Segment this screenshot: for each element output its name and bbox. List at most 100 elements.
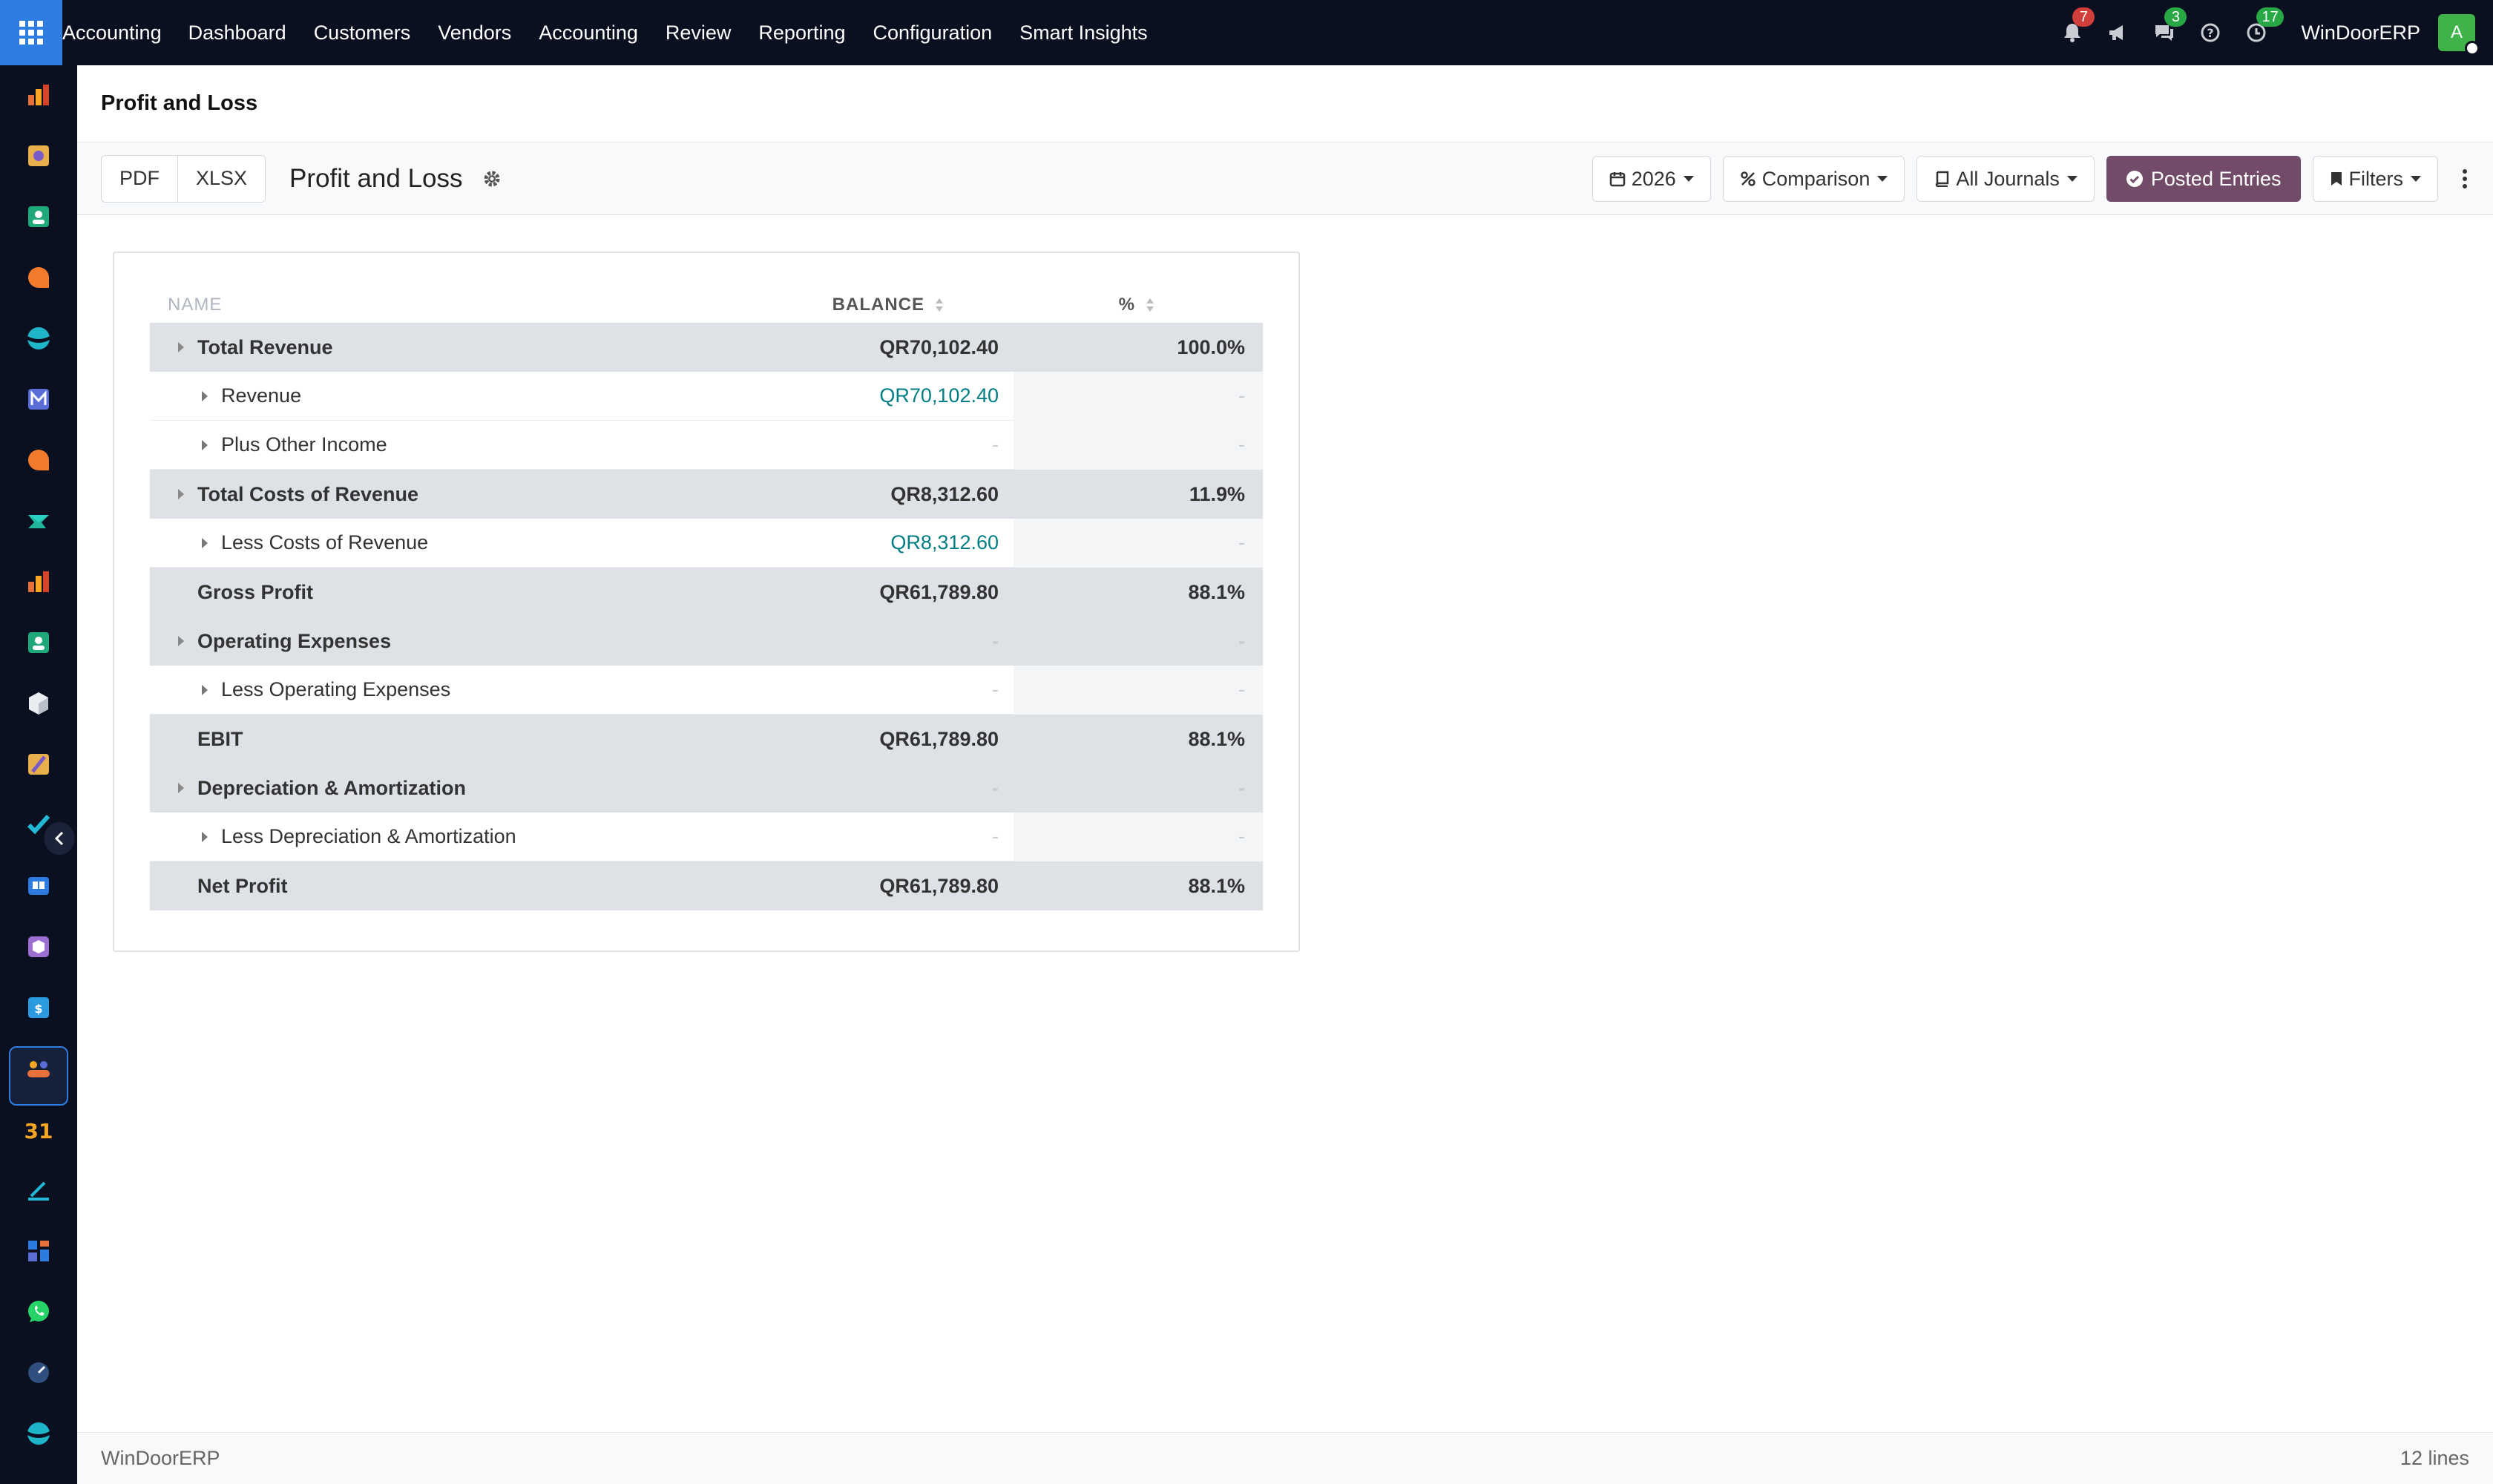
knowledge-app-icon[interactable] <box>25 873 52 899</box>
footer-company: WinDoorERP <box>101 1447 220 1469</box>
table-row[interactable]: Less Costs of Revenue QR8,312.60 - <box>150 519 1263 568</box>
menu-smart-insights[interactable]: Smart Insights <box>1019 22 1148 45</box>
messages-button[interactable]: 3 <box>2149 7 2187 47</box>
sidebar-collapse-button[interactable] <box>45 822 74 855</box>
caret-right-icon[interactable] <box>178 342 184 352</box>
website-app-icon[interactable] <box>25 325 52 352</box>
caret-right-icon[interactable] <box>178 489 184 499</box>
app-launcher-button[interactable] <box>0 0 62 65</box>
caret-right-icon[interactable] <box>178 636 184 646</box>
caret-down-icon <box>1683 176 1694 182</box>
activities-button[interactable]: 17 <box>2241 7 2284 47</box>
report-title: Profit and Loss <box>289 163 463 193</box>
column-header-percent[interactable]: % <box>1119 295 1154 315</box>
date-filter-dropdown[interactable]: 2026 <box>1592 156 1711 202</box>
whatsapp-app-icon[interactable] <box>25 1298 52 1325</box>
inventory-app-icon[interactable] <box>25 690 52 717</box>
column-header-balance-label: BALANCE <box>832 295 924 315</box>
sign-app-icon[interactable] <box>25 1177 52 1204</box>
export-button-group: PDF XLSX <box>101 154 266 203</box>
contacts-app-icon[interactable] <box>25 203 52 230</box>
export-xlsx-button[interactable]: XLSX <box>177 155 266 202</box>
help-button[interactable]: ? <box>2195 18 2225 47</box>
table-row[interactable]: Revenue QR70,102.40 - <box>150 372 1263 421</box>
journals-dropdown[interactable]: All Journals <box>1916 156 2095 202</box>
row-percent: - <box>1238 384 1245 407</box>
table-row[interactable]: Depreciation & Amortization - - <box>150 764 1263 812</box>
top-navbar: Accounting Dashboard Customers Vendors A… <box>0 0 2493 65</box>
export-pdf-button[interactable]: PDF <box>102 155 177 202</box>
calendar-app-icon[interactable]: 31 <box>25 1116 52 1143</box>
filters-dropdown[interactable]: Filters <box>2312 156 2438 202</box>
menu-accounting[interactable]: Accounting <box>539 22 638 45</box>
menu-review[interactable]: Review <box>666 22 732 45</box>
activities-badge: 17 <box>2256 7 2284 27</box>
accounting-app-icon[interactable]: $ <box>25 994 52 1021</box>
user-avatar[interactable]: A <box>2438 14 2480 56</box>
row-name: Less Depreciation & Amortization <box>221 825 516 847</box>
package-app-icon[interactable] <box>25 933 52 960</box>
comparison-dropdown[interactable]: Comparison <box>1722 156 1905 202</box>
menu-customers[interactable]: Customers <box>314 22 411 45</box>
email-marketing-app-icon[interactable] <box>25 386 52 413</box>
row-balance: QR61,789.80 <box>879 874 999 897</box>
contacts-app-icon[interactable] <box>25 629 52 656</box>
posted-entries-label: Posted Entries <box>2150 167 2282 190</box>
table-row[interactable]: Gross Profit QR61,789.80 88.1% <box>150 568 1263 617</box>
row-percent: - <box>1238 678 1245 700</box>
sales-app-icon[interactable] <box>25 508 52 534</box>
more-options-icon[interactable] <box>2450 156 2480 202</box>
menu-dashboard[interactable]: Dashboard <box>188 22 286 45</box>
dashboards-app-icon[interactable] <box>25 1238 52 1264</box>
reporting-app-icon[interactable] <box>25 82 52 108</box>
paint-app-icon[interactable] <box>25 751 52 778</box>
row-percent: 88.1% <box>1188 727 1245 750</box>
table-header: NAME BALANCE % <box>150 287 1263 323</box>
sketch-app-icon[interactable] <box>25 142 52 169</box>
caret-down-icon <box>2066 176 2078 182</box>
app-brand[interactable]: Accounting <box>62 22 162 45</box>
table-row[interactable]: Plus Other Income - - <box>150 421 1263 470</box>
column-header-name: NAME <box>168 295 223 315</box>
caret-right-icon[interactable] <box>202 439 208 450</box>
announcements-button[interactable] <box>2103 18 2133 47</box>
column-header-balance[interactable]: BALANCE <box>832 295 944 315</box>
table-row[interactable]: Less Depreciation & Amortization - - <box>150 812 1263 861</box>
employees-app-icon[interactable] <box>25 1055 52 1082</box>
menu-configuration[interactable]: Configuration <box>873 22 993 45</box>
caret-down-icon <box>1877 176 1888 182</box>
svg-text:31: 31 <box>25 1119 52 1143</box>
percent-icon <box>1741 171 1755 186</box>
gear-icon[interactable] <box>482 169 502 188</box>
row-balance[interactable]: QR70,102.40 <box>879 384 999 407</box>
posted-entries-button[interactable]: Posted Entries <box>2106 156 2301 202</box>
discuss-app-icon[interactable] <box>25 264 52 291</box>
caret-right-icon[interactable] <box>202 684 208 695</box>
caret-right-icon[interactable] <box>178 783 184 793</box>
table-row[interactable]: EBIT QR61,789.80 88.1% <box>150 715 1263 764</box>
table-row[interactable]: Total Costs of Revenue QR8,312.60 11.9% <box>150 470 1263 519</box>
menu-vendors[interactable]: Vendors <box>438 22 511 45</box>
reporting-app-icon[interactable] <box>25 568 52 595</box>
timer-app-icon[interactable] <box>25 1359 52 1386</box>
caret-right-icon[interactable] <box>202 390 208 401</box>
sort-icon <box>936 298 943 312</box>
company-switcher[interactable]: WinDoorERP <box>2301 22 2420 45</box>
date-filter-label: 2026 <box>1631 167 1676 190</box>
report-filters: 2026 Comparison All Journals Posted Entr… <box>1592 156 2493 202</box>
table-row[interactable]: Total Revenue QR70,102.40 100.0% <box>150 323 1263 372</box>
row-balance[interactable]: QR8,312.60 <box>890 531 999 554</box>
notifications-button[interactable]: 7 <box>2057 7 2095 47</box>
table-row[interactable]: Operating Expenses - - <box>150 617 1263 666</box>
caret-right-icon[interactable] <box>202 831 208 842</box>
chat-app-icon[interactable] <box>25 447 52 473</box>
table-row[interactable]: Less Operating Expenses - - <box>150 666 1263 715</box>
percent-cell <box>1014 812 1263 861</box>
website-app-icon[interactable] <box>25 1420 52 1447</box>
table-row[interactable]: Net Profit QR61,789.80 88.1% <box>150 861 1263 910</box>
row-name: Total Costs of Revenue <box>197 482 419 505</box>
caret-right-icon[interactable] <box>202 537 208 548</box>
menu-reporting[interactable]: Reporting <box>758 22 845 45</box>
row-name: Less Costs of Revenue <box>221 531 429 554</box>
row-balance: - <box>992 678 999 700</box>
